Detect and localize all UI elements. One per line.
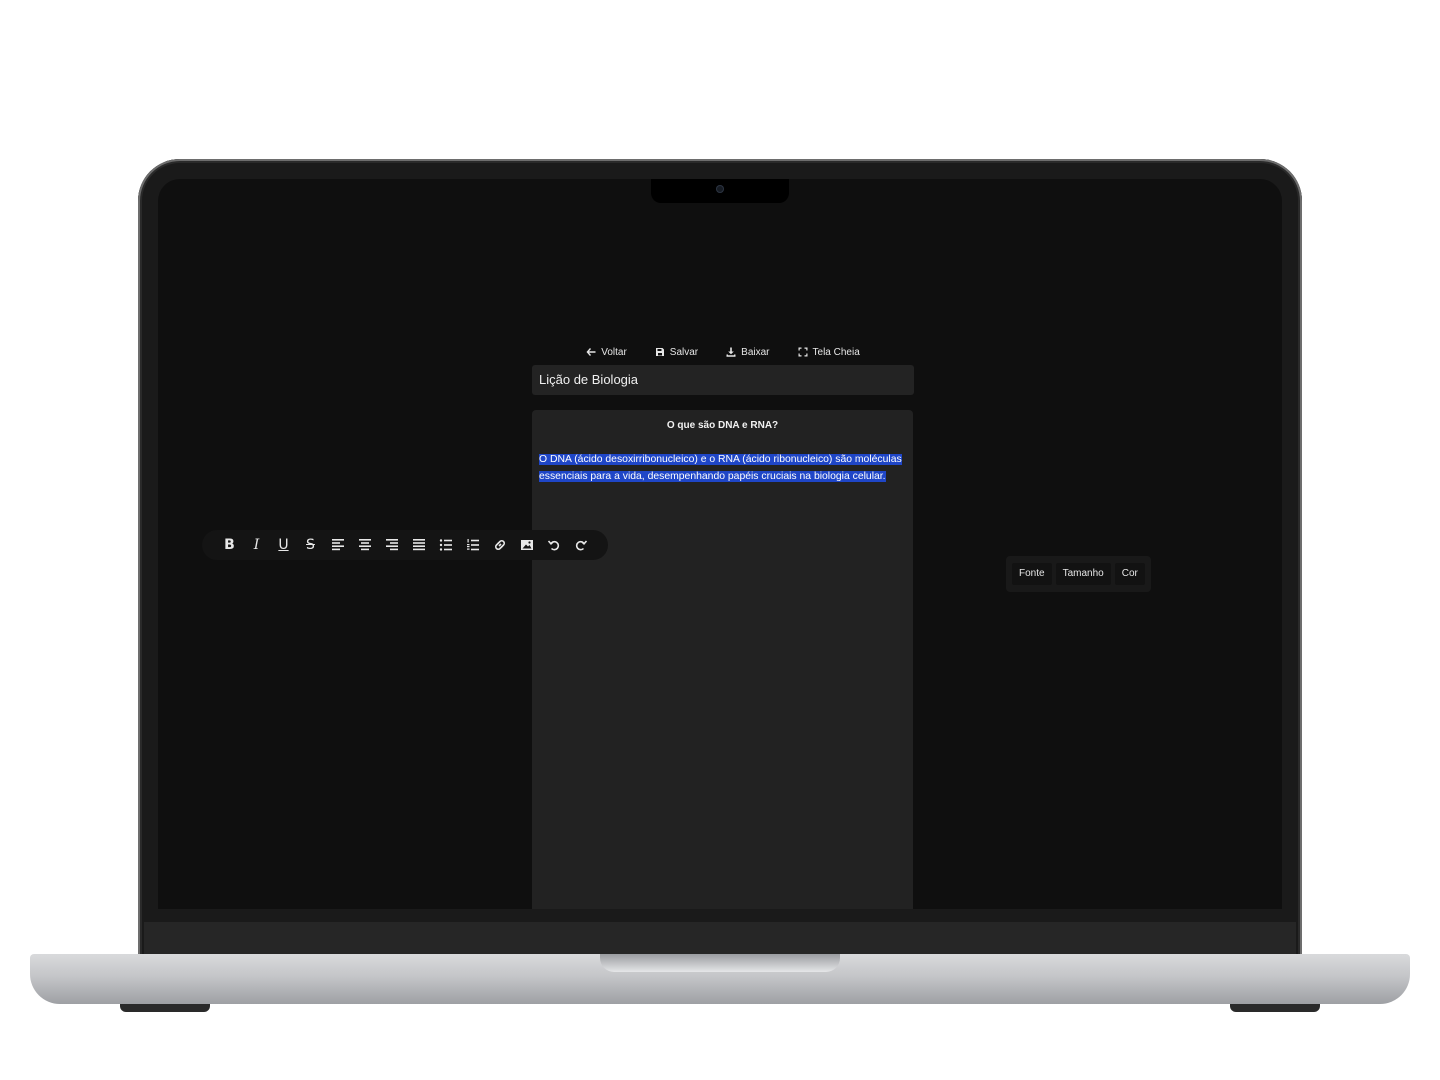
redo-icon xyxy=(575,540,587,551)
align-right-button[interactable] xyxy=(378,530,405,560)
font-size-button[interactable]: Tamanho xyxy=(1055,563,1111,585)
download-icon xyxy=(726,347,736,357)
strikethrough-icon: S xyxy=(306,537,315,553)
underline-button[interactable]: U xyxy=(270,530,297,560)
text-style-panel: Fonte Tamanho Cor xyxy=(1006,556,1151,592)
back-button[interactable]: Voltar xyxy=(586,343,627,361)
fullscreen-icon xyxy=(798,347,808,357)
numbered-list-button[interactable] xyxy=(459,530,486,560)
strikethrough-button[interactable]: S xyxy=(297,530,324,560)
align-justify-button[interactable] xyxy=(405,530,432,560)
top-action-bar: Voltar Salvar Baixar Tela Cheia xyxy=(532,343,914,361)
save-button[interactable]: Salvar xyxy=(655,343,698,361)
image-icon xyxy=(520,540,533,550)
selected-text[interactable]: O DNA (ácido desoxirribonucleico) e o RN… xyxy=(539,454,902,482)
align-center-icon xyxy=(358,539,371,551)
font-button[interactable]: Fonte xyxy=(1012,563,1052,585)
format-toolbar: B I U S xyxy=(202,530,608,560)
arrow-left-icon xyxy=(586,348,596,356)
fullscreen-button[interactable]: Tela Cheia xyxy=(798,343,860,361)
italic-button[interactable]: I xyxy=(243,530,270,560)
redo-button[interactable] xyxy=(567,530,594,560)
bullet-list-button[interactable] xyxy=(432,530,459,560)
align-center-button[interactable] xyxy=(351,530,378,560)
document-heading: O que são DNA e RNA? xyxy=(666,420,779,431)
laptop-foot-left xyxy=(120,1004,210,1012)
numbered-list-icon xyxy=(466,539,479,551)
save-icon xyxy=(655,348,664,356)
document-title-field[interactable]: Lição de Biologia xyxy=(532,365,914,395)
insert-image-button[interactable] xyxy=(513,530,540,560)
bullet-list-icon xyxy=(439,539,452,551)
download-button[interactable]: Baixar xyxy=(726,343,770,361)
camera-icon xyxy=(716,185,724,193)
undo-icon xyxy=(547,540,559,551)
save-label: Salvar xyxy=(669,346,699,358)
align-right-icon xyxy=(385,539,398,551)
laptop-hinge xyxy=(144,922,1296,956)
text-color-button[interactable]: Cor xyxy=(1114,563,1145,585)
undo-button[interactable] xyxy=(540,530,567,560)
laptop-base-opening xyxy=(600,954,840,972)
italic-icon: I xyxy=(253,537,260,553)
link-button[interactable] xyxy=(486,530,513,560)
laptop-foot-right xyxy=(1230,1004,1320,1012)
bold-button[interactable]: B xyxy=(216,530,243,560)
underline-icon: U xyxy=(278,537,289,553)
fullscreen-label: Tela Cheia xyxy=(812,346,860,358)
editor-content-area[interactable]: O que são DNA e RNA? O DNA (ácido desoxi… xyxy=(532,410,913,909)
document-paragraph[interactable]: O DNA (ácido desoxirribonucleico) e o RN… xyxy=(539,451,906,485)
download-label: Baixar xyxy=(741,346,770,358)
align-left-icon xyxy=(331,539,344,551)
link-icon xyxy=(494,540,505,550)
bold-icon: B xyxy=(224,537,235,553)
align-left-button[interactable] xyxy=(324,530,351,560)
back-label: Voltar xyxy=(601,346,627,358)
align-justify-icon xyxy=(412,539,425,551)
